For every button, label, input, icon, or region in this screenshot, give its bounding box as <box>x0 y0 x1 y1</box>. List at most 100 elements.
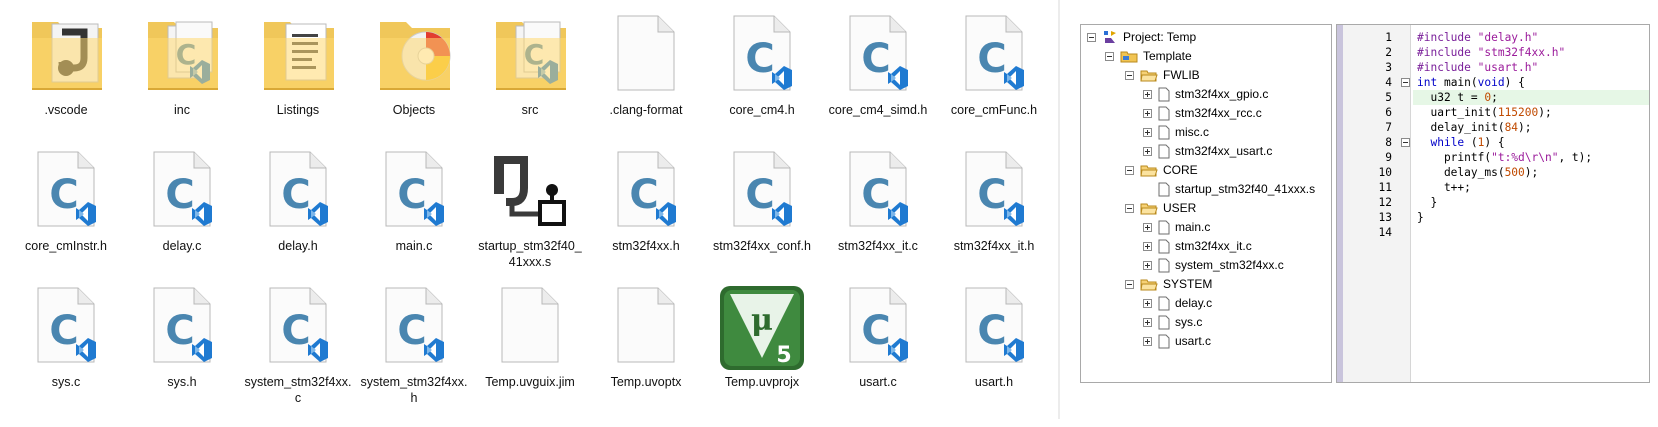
file-item[interactable]: .vscode <box>8 8 124 144</box>
fold-collapse-icon[interactable] <box>1401 78 1410 87</box>
folder-documents-icon <box>250 8 346 98</box>
collapse-icon[interactable] <box>1125 165 1134 175</box>
file-item[interactable]: startup_stm32f40_41xxx.s <box>472 144 588 280</box>
tree-file[interactable]: delay.c <box>1143 293 1212 313</box>
file-item[interactable]: C system_stm32f4xx.c <box>240 280 356 416</box>
file-item[interactable]: C stm32f4xx_conf.h <box>704 144 820 280</box>
file-item[interactable]: C main.c <box>356 144 472 280</box>
tree-project-root[interactable]: Project: Temp <box>1087 27 1196 47</box>
tree-group[interactable]: FWLIB <box>1125 65 1200 85</box>
file-item[interactable]: C system_stm32f4xx.h <box>356 280 472 416</box>
file-item[interactable]: C core_cmInstr.h <box>8 144 124 280</box>
expand-icon[interactable] <box>1143 241 1152 251</box>
expand-icon[interactable] <box>1143 108 1152 118</box>
collapse-icon[interactable] <box>1105 51 1114 61</box>
code-line[interactable]: uart_init(115200); <box>1413 105 1649 120</box>
code-token: #include <box>1417 61 1478 74</box>
code-line[interactable]: #include "delay.h" <box>1413 30 1649 45</box>
code-line[interactable]: printf("t:%d\r\n", t); <box>1413 150 1649 165</box>
file-item[interactable]: C usart.c <box>820 280 936 416</box>
tree-group-label: CORE <box>1163 163 1198 177</box>
code-line[interactable] <box>1413 225 1649 240</box>
code-token: } <box>1417 196 1438 209</box>
tree-file[interactable]: stm32f4xx_it.c <box>1143 236 1252 256</box>
project-icon <box>1102 29 1118 45</box>
code-token: printf( <box>1417 151 1492 164</box>
tree-file[interactable]: stm32f4xx_usart.c <box>1143 141 1272 161</box>
file-item[interactable]: C inc <box>124 8 240 144</box>
code-line[interactable]: int main(void) { <box>1413 75 1649 90</box>
file-item[interactable]: C stm32f4xx_it.c <box>820 144 936 280</box>
collapse-icon[interactable] <box>1125 203 1134 213</box>
expand-icon[interactable] <box>1143 336 1152 346</box>
file-item[interactable]: C src <box>472 8 588 144</box>
file-item[interactable]: C sys.c <box>8 280 124 416</box>
file-item[interactable]: C core_cm4.h <box>704 8 820 144</box>
file-item[interactable]: Objects <box>356 8 472 144</box>
code-token: ) { <box>1484 136 1505 149</box>
file-name: core_cm4.h <box>729 103 795 117</box>
expand-icon[interactable] <box>1143 298 1152 308</box>
file-item[interactable]: C core_cmFunc.h <box>936 8 1052 144</box>
file-name: .vscode <box>44 103 88 117</box>
tree-target[interactable]: Template <box>1105 46 1192 66</box>
file-item[interactable]: C stm32f4xx.h <box>588 144 704 280</box>
file-item[interactable]: C stm32f4xx_it.h <box>936 144 1052 280</box>
code-token: ; <box>1491 91 1498 104</box>
tree-file[interactable]: usart.c <box>1143 331 1211 351</box>
tree-file[interactable]: stm32f4xx_rcc.c <box>1143 103 1262 123</box>
tree-group[interactable]: USER <box>1125 198 1196 218</box>
file-name: stm32f4xx_conf.h <box>713 239 811 253</box>
file-item[interactable]: C sys.h <box>124 280 240 416</box>
expand-icon[interactable] <box>1143 146 1152 156</box>
tree-file[interactable]: misc.c <box>1143 122 1209 142</box>
file-item[interactable]: C usart.h <box>936 280 1052 416</box>
tree-file[interactable]: main.c <box>1143 217 1210 237</box>
file-item[interactable]: Temp.uvguix.jim <box>472 280 588 416</box>
file-name: startup_stm32f40_41xxx.s <box>478 239 582 269</box>
collapse-icon[interactable] <box>1125 70 1134 80</box>
code-token: 500 <box>1504 166 1525 179</box>
tree-group-label: USER <box>1163 201 1197 215</box>
fold-collapse-icon[interactable] <box>1401 138 1410 147</box>
line-number: 7 <box>1385 121 1392 134</box>
tree-group[interactable]: CORE <box>1125 160 1198 180</box>
expand-icon[interactable] <box>1143 222 1152 232</box>
code-line[interactable]: } <box>1413 210 1649 225</box>
expand-icon[interactable] <box>1143 89 1152 99</box>
file-item[interactable]: C delay.h <box>240 144 356 280</box>
tree-file[interactable]: system_stm32f4xx.c <box>1143 255 1284 275</box>
file-item[interactable]: C delay.c <box>124 144 240 280</box>
expand-icon[interactable] <box>1143 127 1152 137</box>
collapse-icon[interactable] <box>1087 32 1096 42</box>
collapse-icon[interactable] <box>1125 279 1134 289</box>
svg-text:C: C <box>861 36 890 82</box>
expand-icon[interactable] <box>1143 317 1152 327</box>
code-token: #include <box>1417 31 1478 44</box>
tree-file[interactable]: sys.c <box>1143 312 1202 332</box>
code-line[interactable]: #include "stm32f4xx.h" <box>1413 45 1649 60</box>
file-name: usart.c <box>859 375 897 389</box>
file-item[interactable]: Listings <box>240 8 356 144</box>
file-item[interactable]: Temp.uvoptx <box>588 280 704 416</box>
c-file-icon: C <box>830 144 926 234</box>
code-line[interactable]: u32 t = 0; <box>1413 90 1649 105</box>
tree-group[interactable]: SYSTEM <box>1125 274 1212 294</box>
code-line[interactable]: t++; <box>1413 180 1649 195</box>
code-line[interactable]: } <box>1413 195 1649 210</box>
folder-vscode-icon <box>18 8 114 98</box>
expand-icon[interactable] <box>1143 260 1152 270</box>
file-name: system_stm32f4xx.h <box>360 375 468 405</box>
code-line[interactable]: delay_ms(500); <box>1413 165 1649 180</box>
code-editor[interactable]: 1 2 3 4 5 6 7 8 9 10 11 12 13 14 #include "delay.h" #i… <box>1336 24 1650 383</box>
code-line[interactable]: #include "usart.h" <box>1413 60 1649 75</box>
code-line[interactable]: delay_init(84); <box>1413 120 1649 135</box>
c-file-icon: C <box>250 280 346 370</box>
file-item[interactable]: μ 5 Temp.uvprojx <box>704 280 820 416</box>
tree-file[interactable]: startup_stm32f40_41xxx.s <box>1143 179 1315 199</box>
file-item[interactable]: C core_cm4_simd.h <box>820 8 936 144</box>
tree-file[interactable]: stm32f4xx_gpio.c <box>1143 84 1268 104</box>
file-item[interactable]: .clang-format <box>588 8 704 144</box>
tree-root-label: Project: Temp <box>1123 30 1197 44</box>
code-line[interactable]: while (1) { <box>1413 135 1649 150</box>
